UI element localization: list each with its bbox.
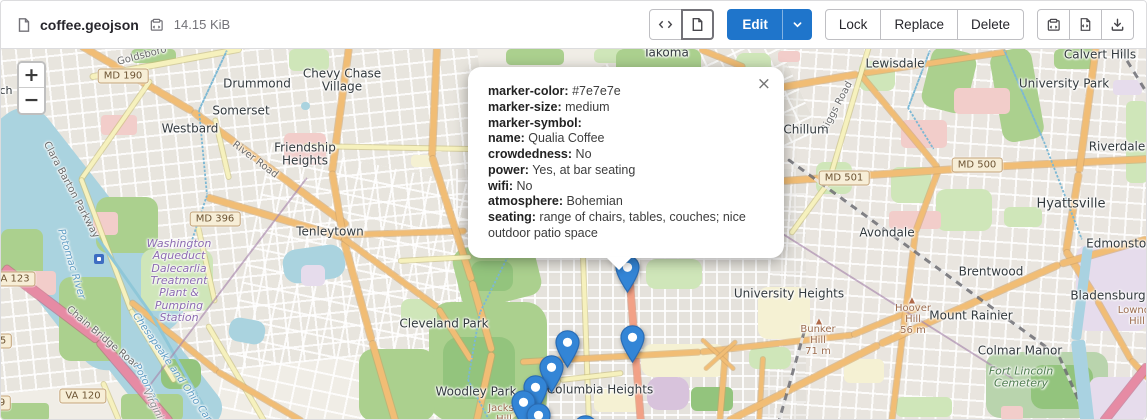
edit-button[interactable]: Edit: [727, 9, 783, 40]
route-shield: MD 501: [819, 171, 870, 186]
popup-field: atmosphere: Bohemian: [488, 194, 760, 210]
map-water-patch: [301, 102, 310, 110]
route-shield: MD 190: [98, 69, 149, 84]
popup-field: marker-color: #7e7e7e: [488, 84, 760, 100]
place-label: Avondale: [859, 226, 914, 239]
place-label: ▲: [909, 297, 915, 306]
place-label: ch: [1, 85, 13, 97]
popup-close-icon[interactable]: ×: [757, 74, 771, 94]
map-landuse-patch: [506, 49, 564, 65]
open-raw-button[interactable]: [1069, 9, 1102, 40]
popup-field: power: Yes, at bar seating: [488, 163, 760, 179]
map-popup: marker-color: #7e7e7emarker-size: medium…: [468, 67, 784, 258]
zoom-in-button[interactable]: +: [19, 63, 44, 88]
place-label: University Heights: [734, 287, 844, 300]
route-shield: MD 500: [952, 158, 1003, 173]
map-canvas[interactable]: MD 190MD 396MD 500MD 501A 123VA 12059 Go…: [1, 49, 1147, 420]
raw-actions-group: [1037, 9, 1134, 40]
place-label: Chevy ChaseVillage: [303, 68, 381, 95]
route-shield: 5: [1, 334, 12, 349]
place-label: BunkerHill71 m: [800, 324, 835, 358]
file-icon: [16, 17, 32, 33]
copy-file-path-button[interactable]: [149, 17, 164, 32]
place-label: LowndeHill: [1118, 305, 1147, 327]
popup-field: seating: range of chairs, tables, couche…: [488, 210, 760, 242]
popup-field: name: Qualia Coffee: [488, 131, 760, 147]
popup-tail: [606, 257, 632, 270]
place-label: Edmonston: [1086, 237, 1147, 250]
place-label: Hyattsville: [1037, 198, 1106, 213]
map-landuse-patch: [647, 377, 689, 410]
place-label: Fort LincolnCemetery: [989, 366, 1053, 391]
place-label: Bladensburg: [1070, 289, 1145, 302]
place-label: FriendshipHeights: [274, 142, 336, 169]
place-label: Cleveland Park: [399, 317, 488, 330]
edit-dropdown-button[interactable]: [783, 9, 812, 40]
replace-button[interactable]: Replace: [880, 9, 958, 40]
file-actions-group: Lock Replace Delete: [825, 9, 1024, 40]
route-shield: MD 396: [190, 212, 241, 227]
place-label: HooverHill56 m: [895, 303, 931, 337]
file-header: coffee.geojson 14.15 KiB Edit: [1, 1, 1146, 49]
place-label: WashingtonAqueductDalecarliaTreatmentPla…: [147, 238, 212, 324]
map-landuse-patch: [778, 51, 800, 62]
zoom-out-button[interactable]: −: [19, 88, 44, 113]
route-shield: VA 120: [59, 389, 106, 404]
map-landuse-patch: [954, 88, 1010, 114]
file-size: 14.15 KiB: [174, 17, 230, 32]
display-rendered-button[interactable]: [681, 9, 714, 40]
map-landuse-patch: [1001, 406, 1023, 420]
map-landuse-patch: [359, 349, 435, 420]
popup-field: marker-symbol:: [488, 116, 760, 132]
map-zoom-control: + −: [17, 61, 46, 115]
place-label: Somerset: [212, 104, 269, 117]
map-landuse-patch: [646, 259, 702, 289]
map-marker-pin[interactable]: [620, 325, 645, 363]
display-source-button[interactable]: [649, 9, 682, 40]
place-label: Calvert Hills: [1064, 49, 1136, 62]
place-label: Lewisdale: [866, 57, 925, 70]
place-label: Chillum: [783, 123, 828, 136]
place-label: Takoma: [643, 49, 689, 60]
place-label: Tenleytown: [296, 225, 364, 238]
place-label: Riverdale: [1089, 140, 1146, 153]
popup-field: crowdedness: No: [488, 147, 760, 163]
map-marker-pin[interactable]: [573, 415, 598, 420]
file-viewer: coffee.geojson 14.15 KiB Edit: [0, 0, 1147, 420]
map-landuse-patch: [691, 387, 733, 411]
chevron-down-icon: [792, 19, 803, 30]
place-label: Westbard: [162, 122, 219, 135]
download-button[interactable]: [1101, 9, 1134, 40]
copy-contents-button[interactable]: [1037, 9, 1070, 40]
map-marker-pin[interactable]: [526, 403, 551, 420]
place-label: Colmar Manor: [978, 344, 1062, 357]
map-landuse-patch: [936, 189, 992, 231]
file-name: coffee.geojson: [40, 17, 139, 33]
place-label: University Park: [1019, 77, 1109, 90]
place-label: ▲: [816, 318, 822, 327]
place-label: Woodley Park: [435, 385, 516, 398]
popup-fields: marker-color: #7e7e7emarker-size: medium…: [488, 84, 760, 242]
map-landuse-patch: [896, 397, 952, 417]
place-label: Drummond: [223, 77, 291, 90]
place-label: Brentwood: [959, 265, 1024, 278]
map-landuse-patch: [749, 347, 791, 369]
route-shield: 9: [1, 396, 11, 411]
map-landuse-patch: [301, 265, 325, 286]
lock-button[interactable]: Lock: [825, 9, 882, 40]
route-shield: A 123: [1, 272, 36, 287]
popup-field: wifi: No: [488, 179, 760, 195]
popup-field: marker-size: medium: [488, 100, 760, 116]
edit-split-button: Edit: [727, 9, 812, 40]
place-label: Mount Rainier: [929, 309, 1012, 322]
view-toggle-group: [649, 9, 714, 40]
map-landuse-patch: [1126, 101, 1147, 143]
map-poi-icon: [94, 254, 104, 264]
delete-button[interactable]: Delete: [957, 9, 1024, 40]
